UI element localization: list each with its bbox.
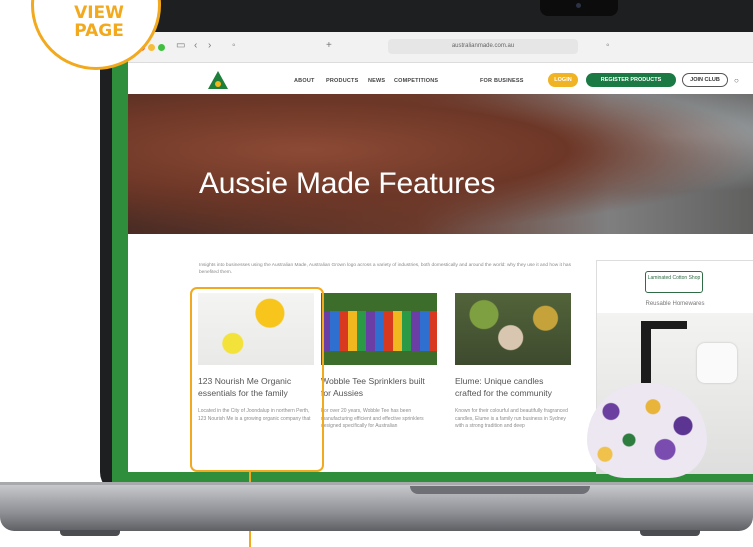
join-club-button[interactable]: JOIN CLUB: [682, 73, 728, 87]
search-icon[interactable]: ○: [734, 76, 739, 85]
card-description: Known for their colourful and beautifull…: [455, 408, 568, 430]
ad-tagline: Reusable Homewares: [645, 301, 705, 307]
tap-body-shape: [641, 323, 651, 383]
camera-icon: [576, 3, 581, 8]
soap-bottle-shape: [697, 343, 737, 383]
card-image[interactable]: [321, 293, 437, 365]
reader-icon[interactable]: ◦: [606, 40, 610, 51]
nav-products[interactable]: PRODUCTS: [326, 78, 358, 84]
browser-toolbar: ▭ ‹ › ◦ + australianmade.com.au ◦: [128, 32, 753, 63]
card-description: For over 20 years, Wobble Tee has been m…: [321, 408, 424, 430]
laptop-foot: [640, 530, 700, 536]
ad-image[interactable]: [587, 313, 753, 478]
address-bar[interactable]: australianmade.com.au: [388, 39, 578, 54]
nav-competitions[interactable]: COMPETITIONS: [394, 78, 438, 84]
minimize-window-icon[interactable]: [148, 44, 155, 51]
nav-for-business[interactable]: FOR BUSINESS: [480, 78, 524, 84]
nav-news[interactable]: NEWS: [368, 78, 385, 84]
shower-cap-shape: [587, 383, 707, 478]
feature-card[interactable]: Wobble Tee Sprinklers built for Aussies …: [321, 293, 437, 431]
hero-banner: [128, 94, 753, 234]
laptop-foot: [60, 530, 120, 536]
new-tab-icon[interactable]: +: [326, 40, 332, 51]
page-title: Aussie Made Features: [199, 167, 496, 200]
back-icon[interactable]: ‹: [194, 40, 197, 51]
nav-about[interactable]: ABOUT: [294, 78, 315, 84]
shield-icon[interactable]: ◦: [232, 40, 236, 51]
advertisement-panel[interactable]: Laminated Cotton Shop Reusable Homewares: [587, 260, 753, 478]
feature-card[interactable]: Elume: Unique candles crafted for the co…: [455, 293, 571, 431]
card-title[interactable]: Elume: Unique candles crafted for the co…: [455, 375, 571, 399]
card-image[interactable]: [455, 293, 571, 365]
sidebar-toggle-icon[interactable]: ▭: [176, 40, 185, 51]
logo-kangaroo-icon: [215, 81, 221, 87]
register-products-button[interactable]: REGISTER PRODUCTS: [586, 73, 676, 87]
laptop-base: [0, 485, 753, 531]
badge-line-1: VIEW: [74, 3, 124, 23]
ad-brand-logo: Laminated Cotton Shop: [645, 271, 703, 293]
laptop-groove: [410, 486, 590, 494]
camera-notch: [540, 0, 618, 16]
forward-icon[interactable]: ›: [208, 40, 211, 51]
highlight-frame: [190, 287, 324, 472]
intro-text: Insights into businesses using the Austr…: [199, 263, 571, 275]
badge-line-2: PAGE: [74, 21, 124, 41]
card-title[interactable]: Wobble Tee Sprinklers built for Aussies: [321, 375, 437, 399]
maximize-window-icon[interactable]: [158, 44, 165, 51]
login-button[interactable]: LOGIN: [548, 73, 578, 87]
